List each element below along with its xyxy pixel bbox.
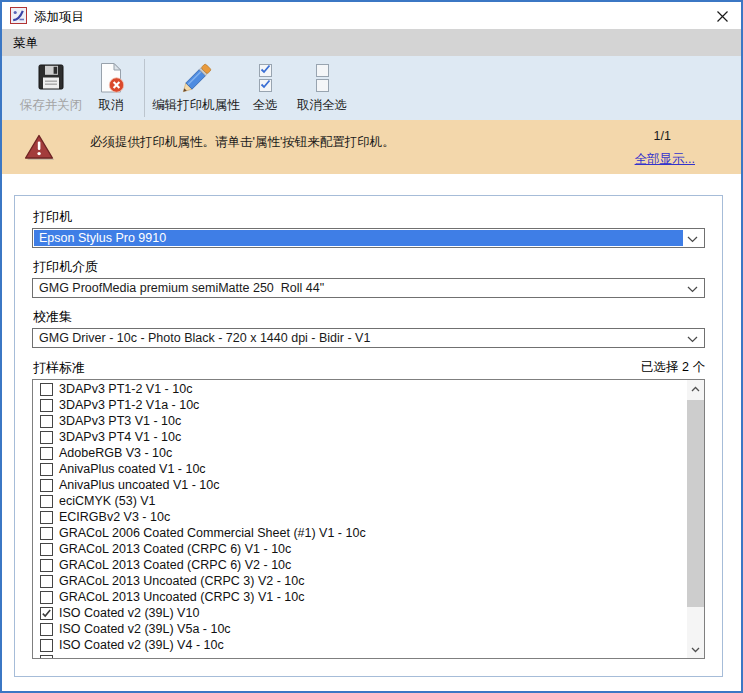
checkbox-unchecked[interactable] <box>40 495 53 508</box>
standard-item[interactable]: ECIRGBv2 V3 - 10c <box>33 509 687 525</box>
warning-message: 必须提供打印机属性。请单击'属性'按钮来配置打印机。 <box>90 134 395 151</box>
standard-item[interactable]: 3DAPv3 PT1-2 V1 - 10c <box>33 381 687 397</box>
save-and-close-button[interactable]: 保存并关闭 <box>16 61 86 115</box>
printer-value: Epson Stylus Pro 9910 <box>34 230 683 246</box>
standard-item[interactable]: GRACoL 2006 Coated Commercial Sheet (#1)… <box>33 525 687 541</box>
standard-item-label: GRACoL 2013 Coated (CRPC 6) V1 - 10c <box>59 542 291 556</box>
standard-item-label: ISO Coated v2 (39L) V4 - 10c <box>59 638 224 652</box>
standard-item[interactable]: ISO Coated v2 (39L) V5a - 10c <box>33 621 687 637</box>
checkbox-unchecked[interactable] <box>40 543 53 556</box>
checkbox-unchecked[interactable] <box>40 591 53 604</box>
app-icon <box>10 7 27 24</box>
edit-pencil-icon <box>147 61 245 98</box>
checkbox-unchecked[interactable] <box>40 431 53 444</box>
menu-item-menu[interactable]: 菜单 <box>13 35 38 52</box>
standard-item[interactable]: 3DAPv3 PT1-2 V1a - 10c <box>33 397 687 413</box>
select-all-button[interactable]: 全选 <box>242 61 288 115</box>
checkbox-unchecked[interactable] <box>40 463 53 476</box>
standard-item[interactable]: GRACoL 2013 Uncoated (CRPC 3) V2 - 10c <box>33 573 687 589</box>
checkbox-unchecked[interactable] <box>40 623 53 636</box>
media-label: 打印机介质 <box>33 258 98 276</box>
close-icon <box>716 10 729 23</box>
standard-item-label: GRACoL 2013 Uncoated (CRPC 3) V2 - 10c <box>59 574 304 588</box>
printer-label: 打印机 <box>33 208 72 226</box>
standard-item[interactable]: GRACoL 2013 Coated (CRPC 6) V1 - 10c <box>33 541 687 557</box>
window-title: 添加项目 <box>34 9 84 26</box>
form-panel: 打印机 Epson Stylus Pro 9910 打印机介质 GMG Proo… <box>14 195 723 677</box>
checkbox-unchecked[interactable] <box>40 383 53 396</box>
checkbox-unchecked[interactable] <box>40 575 53 588</box>
standard-item[interactable]: eciCMYK (53) V1 <box>33 493 687 509</box>
standard-item-label: ISO Coated v2 (39L) V10 <box>59 606 199 620</box>
deselect-all-button[interactable]: 取消全选 <box>290 61 354 115</box>
standard-item[interactable]: AnivaPlus coated V1 - 10c <box>33 461 687 477</box>
media-value: GMG ProofMedia premium semiMatte 250 Rol… <box>34 280 683 296</box>
chevron-down-icon <box>687 336 698 343</box>
toolbar: 保存并关闭 取消 <box>2 56 741 120</box>
chevron-down-icon <box>687 286 698 293</box>
checkbox-unchecked[interactable] <box>40 655 53 659</box>
standard-item[interactable]: ISO Coated v2 (39L) V10 <box>33 605 687 621</box>
warning-icon <box>22 133 58 169</box>
scroll-up-icon[interactable] <box>687 380 704 397</box>
checkbox-unchecked[interactable] <box>40 415 53 428</box>
checkbox-unchecked[interactable] <box>40 527 53 540</box>
close-button[interactable] <box>713 8 731 24</box>
standard-item[interactable]: GRACoL 2013 Uncoated (CRPC 3) V1 - 10c <box>33 589 687 605</box>
checkbox-unchecked[interactable] <box>40 511 53 524</box>
standard-item[interactable]: AdobeRGB V3 - 10c <box>33 445 687 461</box>
checkbox-unchecked[interactable] <box>40 447 53 460</box>
standard-item-label: AdobeRGB V3 - 10c <box>59 446 172 460</box>
standards-list: 3DAPv3 PT1-2 V1 - 10c 3DAPv3 PT1-2 V1a - … <box>32 379 705 659</box>
scrollbar-thumb[interactable] <box>687 400 704 607</box>
warning-banner: 必须提供打印机属性。请单击'属性'按钮来配置打印机。 1/1 全部显示... <box>2 120 741 174</box>
scrollbar[interactable] <box>687 380 704 658</box>
standard-item-label: eciCMYK (53) V1 <box>59 494 156 508</box>
edit-printer-properties-button[interactable]: 编辑打印机属性 <box>147 61 245 115</box>
checkbox-unchecked[interactable] <box>40 639 53 652</box>
standard-item-label: AnivaPlus uncoated V1 - 10c <box>59 478 220 492</box>
checkbox-unchecked[interactable] <box>40 479 53 492</box>
standard-item-label: ECIRGBv2 V3 - 10c <box>59 510 170 524</box>
deselect-all-icon <box>290 61 354 98</box>
standard-item[interactable]: AnivaPlus uncoated V1 - 10c <box>33 477 687 493</box>
scroll-down-icon[interactable] <box>687 641 704 658</box>
standards-label: 打样标准 <box>33 359 85 377</box>
save-icon <box>16 61 86 98</box>
standard-item-label: GRACoL 2013 Uncoated (CRPC 3) V1 - 10c <box>59 590 304 604</box>
checkbox-checked[interactable] <box>40 607 53 620</box>
checkbox-unchecked[interactable] <box>40 399 53 412</box>
selected-count: 已选择 2 个 <box>641 359 705 376</box>
printer-select[interactable]: Epson Stylus Pro 9910 <box>32 228 705 248</box>
cancel-icon <box>88 61 134 98</box>
select-all-icon <box>242 61 288 98</box>
standard-item-label: GRACoL 2013 Coated (CRPC 6) V2 - 10c <box>59 558 291 572</box>
standard-item-label: ISO Coated v2 (39L) V5a - 10c <box>59 622 231 636</box>
warning-counter: 1/1 <box>654 129 671 143</box>
calibration-value: GMG Driver - 10c - Photo Black - 720 x 1… <box>34 330 683 346</box>
checkbox-unchecked[interactable] <box>40 559 53 572</box>
title-bar: 添加项目 <box>2 2 741 29</box>
standard-item[interactable]: ISO Coated v2 (39L) V4 - 10c <box>33 637 687 653</box>
show-all-link[interactable]: 全部显示... <box>635 151 695 168</box>
chevron-down-icon <box>687 236 698 243</box>
standard-item-label: 3DAPv3 PT1-2 V1a - 10c <box>59 398 199 412</box>
add-item-dialog: 添加项目 菜单 保存并关闭 <box>0 0 743 693</box>
media-select[interactable]: GMG ProofMedia premium semiMatte 250 Rol… <box>32 278 705 298</box>
standard-item-label: 3DAPv3 PT4 V1 - 10c <box>59 430 181 444</box>
standard-item[interactable]: GRACoL 2013 Coated (CRPC 6) V2 - 10c <box>33 557 687 573</box>
calibration-select[interactable]: GMG Driver - 10c - Photo Black - 720 x 1… <box>32 328 705 348</box>
standard-item-label: 3DAPv3 PT1-2 V1 - 10c <box>59 382 192 396</box>
cancel-button[interactable]: 取消 <box>88 61 134 115</box>
standard-item[interactable]: 3DAPv3 PT3 V1 - 10c <box>33 413 687 429</box>
standard-item[interactable] <box>33 653 687 658</box>
standard-item[interactable]: 3DAPv3 PT4 V1 - 10c <box>33 429 687 445</box>
standard-item-label: AnivaPlus coated V1 - 10c <box>59 462 206 476</box>
calibration-label: 校准集 <box>33 308 72 326</box>
standard-item-label: GRACoL 2006 Coated Commercial Sheet (#1)… <box>59 526 366 540</box>
standard-item-label: 3DAPv3 PT3 V1 - 10c <box>59 414 181 428</box>
menu-bar: 菜单 <box>2 29 741 56</box>
toolbar-separator <box>144 59 145 117</box>
